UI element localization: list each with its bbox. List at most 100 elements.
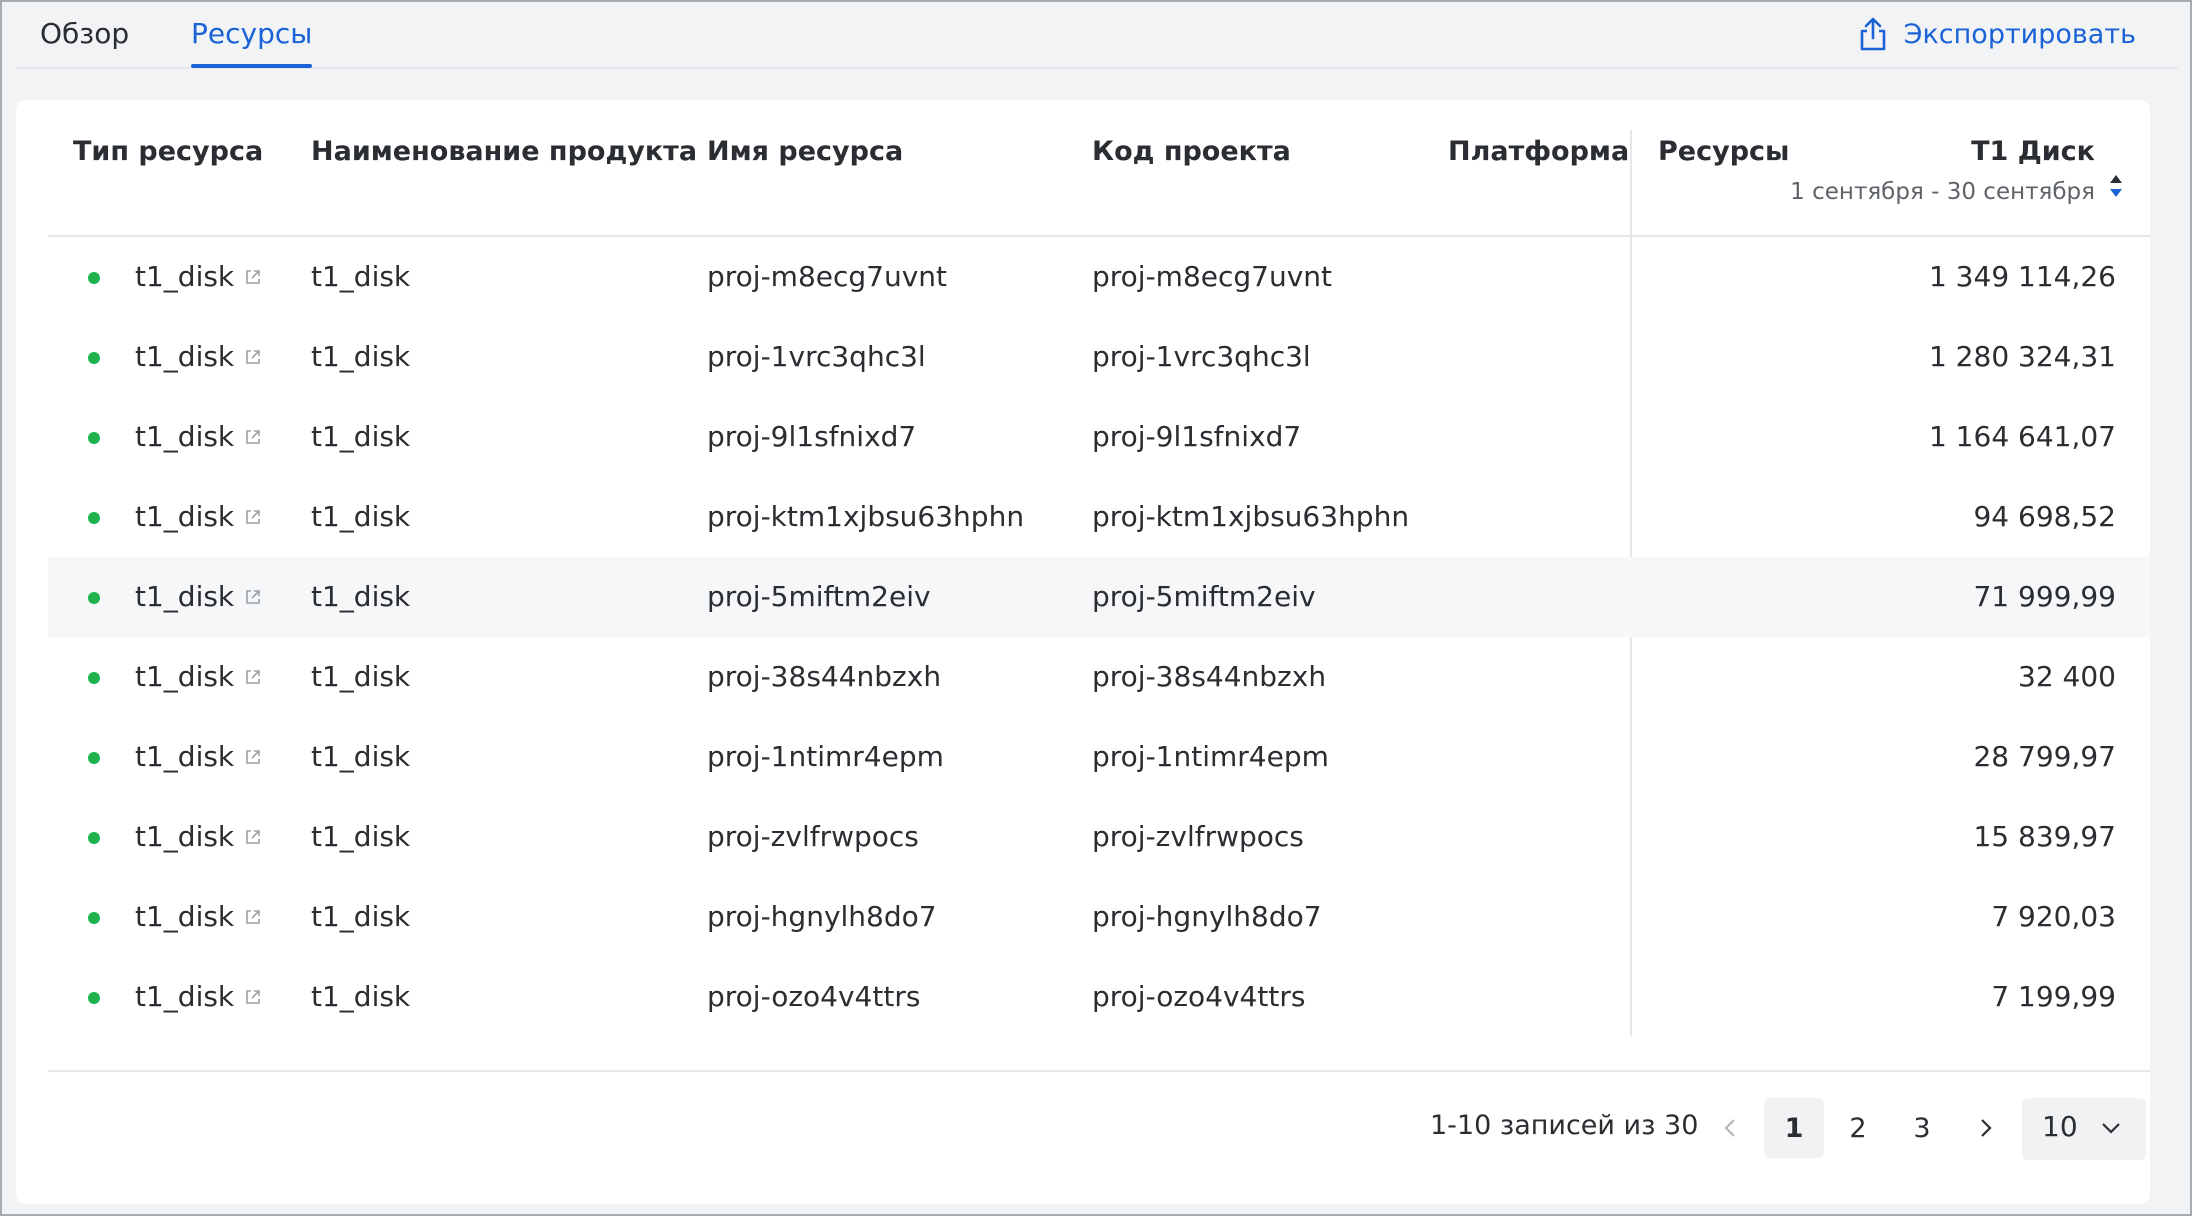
- chevron-right-icon: [1981, 1119, 1992, 1137]
- cell-product-name: t1_disk: [311, 260, 411, 293]
- header-resources: Ресурсы: [1658, 136, 1790, 167]
- cell-t1-disk-value: 1 280 324,31: [1928, 340, 2116, 373]
- external-link-icon[interactable]: [244, 508, 262, 526]
- header-resource-name: Имя ресурса: [707, 136, 904, 167]
- resources-table-card: Тип ресурса Наименование продукта Имя ре…: [16, 100, 2150, 1204]
- status-dot: [88, 432, 100, 444]
- chevron-left-icon: [1724, 1119, 1735, 1137]
- cell-project-code: proj-1ntimr4epm: [1092, 740, 1329, 773]
- cell-resource-name: proj-hgnylh8do7: [707, 900, 937, 933]
- table-row[interactable]: t1_disk t1_disk proj-m8ecg7uvnt proj-m8e…: [48, 237, 2150, 317]
- status-dot: [88, 592, 100, 604]
- external-link-icon[interactable]: [244, 988, 262, 1006]
- export-icon: [1860, 17, 1885, 51]
- table-row[interactable]: t1_disk t1_disk proj-hgnylh8do7 proj-hgn…: [48, 877, 2150, 957]
- external-link-icon[interactable]: [244, 348, 262, 366]
- table-row[interactable]: t1_disk t1_disk proj-38s44nbzxh proj-38s…: [48, 637, 2150, 717]
- cell-product-name: t1_disk: [311, 820, 411, 853]
- header-project-code: Код проекта: [1092, 136, 1291, 167]
- cell-product-name: t1_disk: [311, 420, 411, 453]
- export-button[interactable]: Экспортировать: [1858, 14, 2136, 54]
- cell-project-code: proj-m8ecg7uvnt: [1092, 260, 1333, 293]
- header-t1-disk[interactable]: Т1 Диск: [1971, 136, 2095, 167]
- cell-t1-disk-value: 1 349 114,26: [1928, 260, 2116, 293]
- page-size-select[interactable]: 10: [2022, 1098, 2146, 1160]
- external-link-icon[interactable]: [244, 748, 262, 766]
- table-row[interactable]: t1_disk t1_disk proj-ktm1xjbsu63hphn pro…: [48, 477, 2150, 557]
- cell-resource-type[interactable]: t1_disk: [135, 419, 234, 455]
- external-link-icon[interactable]: [244, 428, 262, 446]
- cell-resource-type[interactable]: t1_disk: [135, 659, 234, 695]
- page-button-3[interactable]: 3: [1892, 1098, 1952, 1158]
- chevron-down-icon: [2102, 1123, 2120, 1134]
- cell-product-name: t1_disk: [311, 340, 411, 373]
- app-window: Обзор Ресурсы Экспортировать Тип ресурса…: [0, 0, 2192, 1216]
- cell-project-code: proj-hgnylh8do7: [1092, 900, 1322, 933]
- table-row-hovered[interactable]: t1_disk t1_disk proj-5miftm2eiv proj-5mi…: [48, 557, 2150, 637]
- cell-project-code: proj-ktm1xjbsu63hphn: [1092, 500, 1410, 533]
- sort-icon[interactable]: [2107, 172, 2125, 200]
- cell-resource-name: proj-m8ecg7uvnt: [707, 260, 948, 293]
- pagination-info: 1-10 записей из 30: [1430, 1110, 1699, 1141]
- cell-t1-disk-value: 7 920,03: [1991, 900, 2116, 933]
- header-resource-type: Тип ресурса: [73, 136, 264, 167]
- cell-t1-disk-value: 1 164 641,07: [1928, 420, 2116, 453]
- header-t1-disk-period: 1 сентября - 30 сентября: [1790, 179, 2095, 205]
- next-page-button[interactable]: [1956, 1098, 2016, 1158]
- status-dot: [88, 752, 100, 764]
- table-row[interactable]: t1_disk t1_disk proj-1vrc3qhc3l proj-1vr…: [48, 317, 2150, 397]
- cell-t1-disk-value: 7 199,99: [1991, 980, 2116, 1013]
- status-dot: [88, 272, 100, 284]
- external-link-icon[interactable]: [244, 908, 262, 926]
- footer-divider: [48, 1070, 2150, 1072]
- cell-t1-disk-value: 28 799,97: [1973, 740, 2116, 773]
- cell-resource-name: proj-5miftm2eiv: [707, 580, 931, 613]
- external-link-icon[interactable]: [244, 668, 262, 686]
- table-row[interactable]: t1_disk t1_disk proj-ozo4v4ttrs proj-ozo…: [48, 957, 2150, 1037]
- cell-product-name: t1_disk: [311, 740, 411, 773]
- status-dot: [88, 352, 100, 364]
- external-link-icon[interactable]: [244, 588, 262, 606]
- tab-resources[interactable]: Ресурсы: [191, 16, 313, 68]
- status-dot: [88, 512, 100, 524]
- cell-resource-type[interactable]: t1_disk: [135, 339, 234, 375]
- external-link-icon[interactable]: [244, 268, 262, 286]
- prev-page-button[interactable]: [1700, 1098, 1760, 1158]
- export-label: Экспортировать: [1903, 18, 2136, 50]
- status-dot: [88, 832, 100, 844]
- status-dot: [88, 672, 100, 684]
- cell-project-code: proj-ozo4v4ttrs: [1092, 980, 1306, 1013]
- cell-resource-type[interactable]: t1_disk: [135, 499, 234, 535]
- cell-product-name: t1_disk: [311, 660, 411, 693]
- table-row[interactable]: t1_disk t1_disk proj-9l1sfnixd7 proj-9l1…: [48, 397, 2150, 477]
- cell-resource-type[interactable]: t1_disk: [135, 739, 234, 775]
- cell-resource-name: proj-9l1sfnixd7: [707, 420, 917, 453]
- cell-resource-name: proj-ozo4v4ttrs: [707, 980, 921, 1013]
- cell-project-code: proj-9l1sfnixd7: [1092, 420, 1302, 453]
- cell-project-code: proj-38s44nbzxh: [1092, 660, 1327, 693]
- cell-resource-type[interactable]: t1_disk: [135, 579, 234, 615]
- tab-overview[interactable]: Обзор: [40, 16, 129, 52]
- page-button-1[interactable]: 1: [1764, 1098, 1824, 1158]
- status-dot: [88, 992, 100, 1004]
- page-button-2[interactable]: 2: [1828, 1098, 1888, 1158]
- cell-resource-name: proj-38s44nbzxh: [707, 660, 942, 693]
- table-row[interactable]: t1_disk t1_disk proj-zvlfrwpocs proj-zvl…: [48, 797, 2150, 877]
- cell-product-name: t1_disk: [311, 900, 411, 933]
- cell-t1-disk-value: 71 999,99: [1973, 580, 2116, 613]
- cell-resource-type[interactable]: t1_disk: [135, 819, 234, 855]
- cell-resource-name: proj-ktm1xjbsu63hphn: [707, 500, 1025, 533]
- cell-resource-type[interactable]: t1_disk: [135, 899, 234, 935]
- cell-t1-disk-value: 15 839,97: [1973, 820, 2116, 853]
- status-dot: [88, 912, 100, 924]
- external-link-icon[interactable]: [244, 828, 262, 846]
- cell-resource-type[interactable]: t1_disk: [135, 979, 234, 1015]
- table-row[interactable]: t1_disk t1_disk proj-1ntimr4epm proj-1nt…: [48, 717, 2150, 797]
- cell-resource-name: proj-zvlfrwpocs: [707, 820, 919, 853]
- cell-t1-disk-value: 94 698,52: [1973, 500, 2116, 533]
- cell-resource-type[interactable]: t1_disk: [135, 259, 234, 295]
- cell-project-code: proj-zvlfrwpocs: [1092, 820, 1304, 853]
- page-size-value: 10: [2042, 1110, 2078, 1143]
- cell-resource-name: proj-1ntimr4epm: [707, 740, 944, 773]
- cell-product-name: t1_disk: [311, 500, 411, 533]
